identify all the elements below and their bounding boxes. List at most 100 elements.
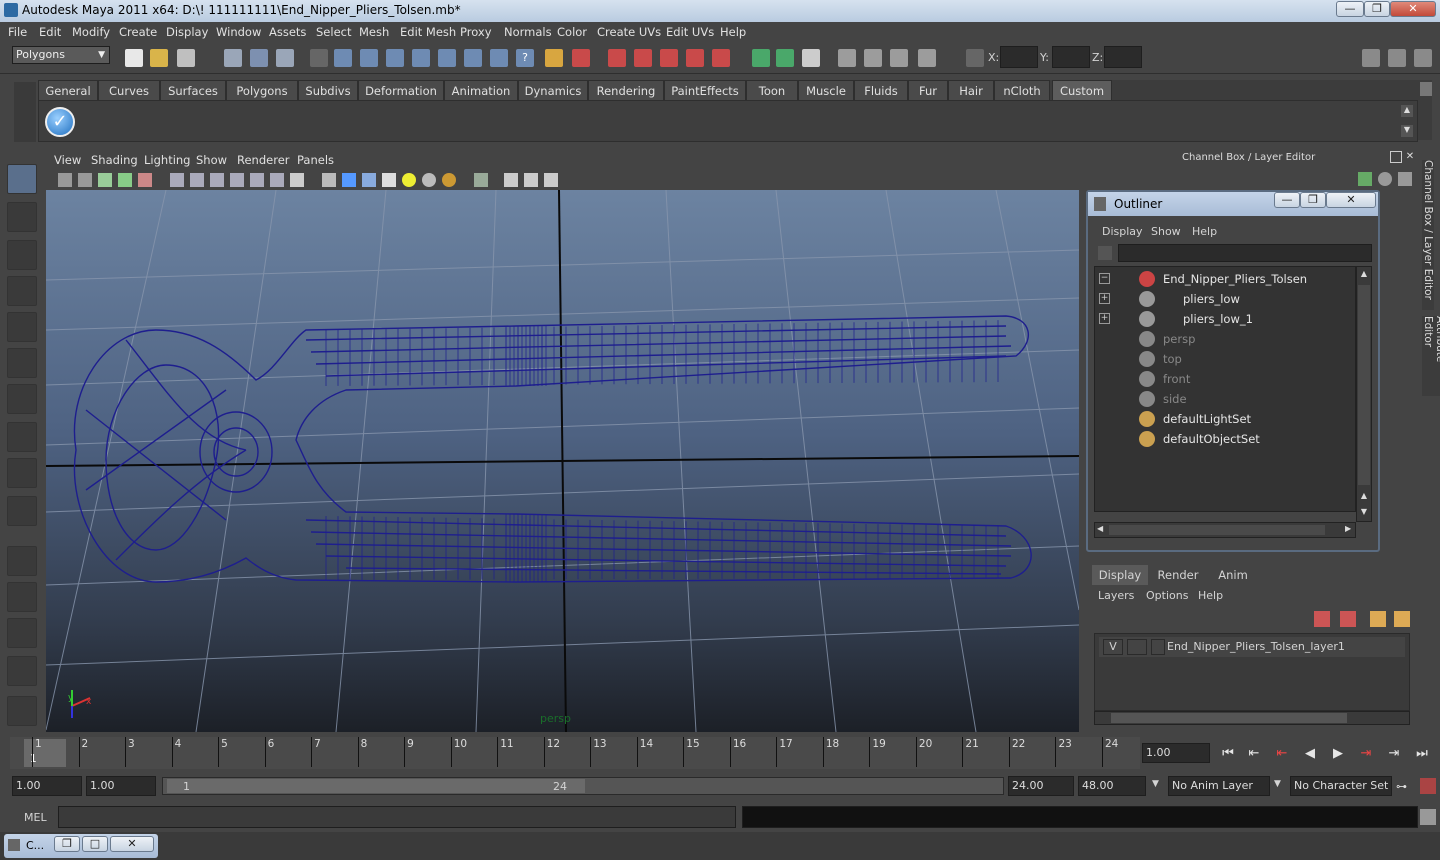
outliner-minimize-button[interactable]: —	[1274, 192, 1300, 208]
shelf-scroll-down-icon[interactable]: ▼	[1401, 125, 1413, 137]
new-layer-selected-icon[interactable]	[1394, 611, 1410, 627]
shelf-tab-surfaces[interactable]: Surfaces	[160, 80, 226, 100]
play-forwards-icon[interactable]: ▶	[1328, 746, 1348, 764]
menu-proxy[interactable]: Proxy	[460, 25, 492, 39]
scroll-right-icon[interactable]: ▶	[1345, 524, 1351, 533]
rotate-tool-icon[interactable]	[7, 312, 37, 342]
bookmark-icon[interactable]	[98, 173, 112, 187]
minimized-restore-button[interactable]: ❐	[54, 836, 80, 852]
grey-sphere-icon[interactable]	[422, 173, 436, 187]
menu-normals[interactable]: Normals	[504, 25, 552, 39]
panel-menu-lighting[interactable]: Lighting	[144, 153, 190, 167]
new-scene-icon[interactable]	[125, 49, 143, 67]
show-channel-box-icon[interactable]	[1362, 49, 1380, 67]
layer-tab-render[interactable]: Render	[1150, 565, 1206, 585]
isolate-select-icon[interactable]	[322, 173, 336, 187]
construction-history-icon[interactable]	[802, 49, 820, 67]
outliner-item[interactable]: top	[1095, 349, 1355, 369]
select-curve-icon[interactable]	[386, 49, 404, 67]
layer-type-toggle[interactable]	[1127, 639, 1147, 655]
shelf-tab-toon[interactable]: Toon	[746, 80, 798, 100]
shelf-tab-ncloth[interactable]: nCloth	[994, 80, 1050, 100]
save-scene-icon[interactable]	[177, 49, 195, 67]
resolution-gate-icon[interactable]	[524, 173, 538, 187]
lasso-tool-icon[interactable]	[7, 202, 37, 232]
layer-hscrollbar[interactable]	[1094, 711, 1410, 725]
layer-menu-help[interactable]: Help	[1198, 589, 1223, 602]
z-field[interactable]	[1104, 46, 1142, 68]
step-forward-key-icon[interactable]: ⇥	[1356, 746, 1376, 764]
layer-menu-options[interactable]: Options	[1146, 589, 1188, 602]
outliner-vscrollbar[interactable]: ▲ ▲ ▼	[1356, 266, 1372, 522]
select-hierarchy-icon[interactable]	[224, 49, 242, 67]
make-live-icon[interactable]	[712, 49, 730, 67]
show-tool-settings-icon[interactable]	[1388, 49, 1406, 67]
float-panel-icon[interactable]	[1390, 151, 1402, 163]
pick-mask-icon[interactable]	[310, 49, 328, 67]
image-plane-icon[interactable]	[118, 173, 132, 187]
show-attribute-editor-icon[interactable]	[1414, 49, 1432, 67]
select-dynamic-icon[interactable]	[464, 49, 482, 67]
wireframe-icon[interactable]	[170, 173, 184, 187]
hypershade-layout-icon[interactable]	[7, 696, 37, 726]
select-rendering-icon[interactable]	[490, 49, 508, 67]
expand-icon[interactable]: +	[1099, 313, 1110, 324]
open-scene-icon[interactable]	[150, 49, 168, 67]
time-slider[interactable]: 1 1 2 3 4 5 6 7 8 9 10 11 12 13 14 15 16 17 18 19 20 21 22 23 2…	[10, 737, 1140, 769]
panel-menu-renderer[interactable]: Renderer	[237, 153, 290, 167]
panel-menu-show[interactable]: Show	[196, 153, 227, 167]
hscroll-thumb[interactable]	[1109, 525, 1325, 535]
select-component-icon[interactable]	[276, 49, 294, 67]
menu-window[interactable]: Window	[216, 25, 261, 39]
expand-icon[interactable]: +	[1099, 293, 1110, 304]
camera-select-icon[interactable]	[58, 173, 72, 187]
outliner-close-button[interactable]: ✕	[1326, 192, 1376, 208]
shelf-tab-hair[interactable]: Hair	[948, 80, 994, 100]
menu-help[interactable]: Help	[720, 25, 746, 39]
select-handle-icon[interactable]	[334, 49, 352, 67]
last-tool-icon[interactable]	[7, 496, 37, 526]
close-panel-icon[interactable]: ✕	[1404, 151, 1416, 163]
smooth-shade-icon[interactable]	[190, 173, 204, 187]
outliner-menu-help[interactable]: Help	[1192, 225, 1217, 238]
move-layer-up-icon[interactable]	[1314, 611, 1330, 627]
outliner-item[interactable]: − End_Nipper_Pliers_Tolsen	[1095, 269, 1355, 289]
default-light-icon[interactable]	[402, 173, 416, 187]
gold-sphere-icon[interactable]	[442, 173, 456, 187]
close-button[interactable]: ✕	[1390, 1, 1436, 17]
output-ops-icon[interactable]	[776, 49, 794, 67]
collapse-icon[interactable]: −	[1099, 273, 1110, 284]
ipr-render-icon[interactable]	[890, 49, 908, 67]
y-field[interactable]	[1052, 46, 1090, 68]
paint-select-tool-icon[interactable]	[7, 240, 37, 270]
pliers-wireframe-mesh[interactable]	[73, 315, 1032, 583]
menu-modify[interactable]: Modify	[72, 25, 110, 39]
select-misc-icon[interactable]: ?	[516, 49, 534, 67]
shadows-icon[interactable]	[270, 173, 284, 187]
menu-display[interactable]: Display	[166, 25, 208, 39]
highlight-selection-icon[interactable]	[572, 49, 590, 67]
playback-end-field[interactable]: 24.00	[1008, 776, 1074, 796]
scroll-left-icon[interactable]: ◀	[1097, 524, 1103, 533]
shelf-handle[interactable]	[14, 82, 36, 142]
shelf-tab-polygons[interactable]: Polygons	[226, 80, 298, 100]
camera-pick-icon[interactable]	[474, 173, 488, 187]
render-frame-icon[interactable]	[864, 49, 882, 67]
universal-manipulator-icon[interactable]	[7, 384, 37, 414]
channel-rotate-icon[interactable]	[1378, 172, 1392, 186]
shelf-tab-rendering[interactable]: Rendering	[588, 80, 664, 100]
shelf-trash-icon[interactable]	[1420, 82, 1432, 96]
character-set-dropdown[interactable]: No Character Set	[1290, 776, 1392, 796]
panel-menu-view[interactable]: View	[54, 153, 81, 167]
layer-color-swatch[interactable]	[1151, 639, 1165, 655]
maximize-button[interactable]: ❐	[1364, 1, 1390, 17]
shelf-tab-animation[interactable]: Animation	[444, 80, 518, 100]
menu-file[interactable]: File	[8, 25, 27, 39]
xray-icon[interactable]	[342, 173, 356, 187]
select-tool-icon[interactable]	[7, 164, 37, 194]
viewport-scene[interactable]: y x	[46, 190, 1079, 732]
transform-mode-icon[interactable]	[966, 49, 984, 67]
scroll-down2-icon[interactable]: ▼	[1358, 507, 1370, 519]
scroll-up-icon[interactable]: ▲	[1358, 269, 1370, 281]
snap-grid-icon[interactable]	[608, 49, 626, 67]
